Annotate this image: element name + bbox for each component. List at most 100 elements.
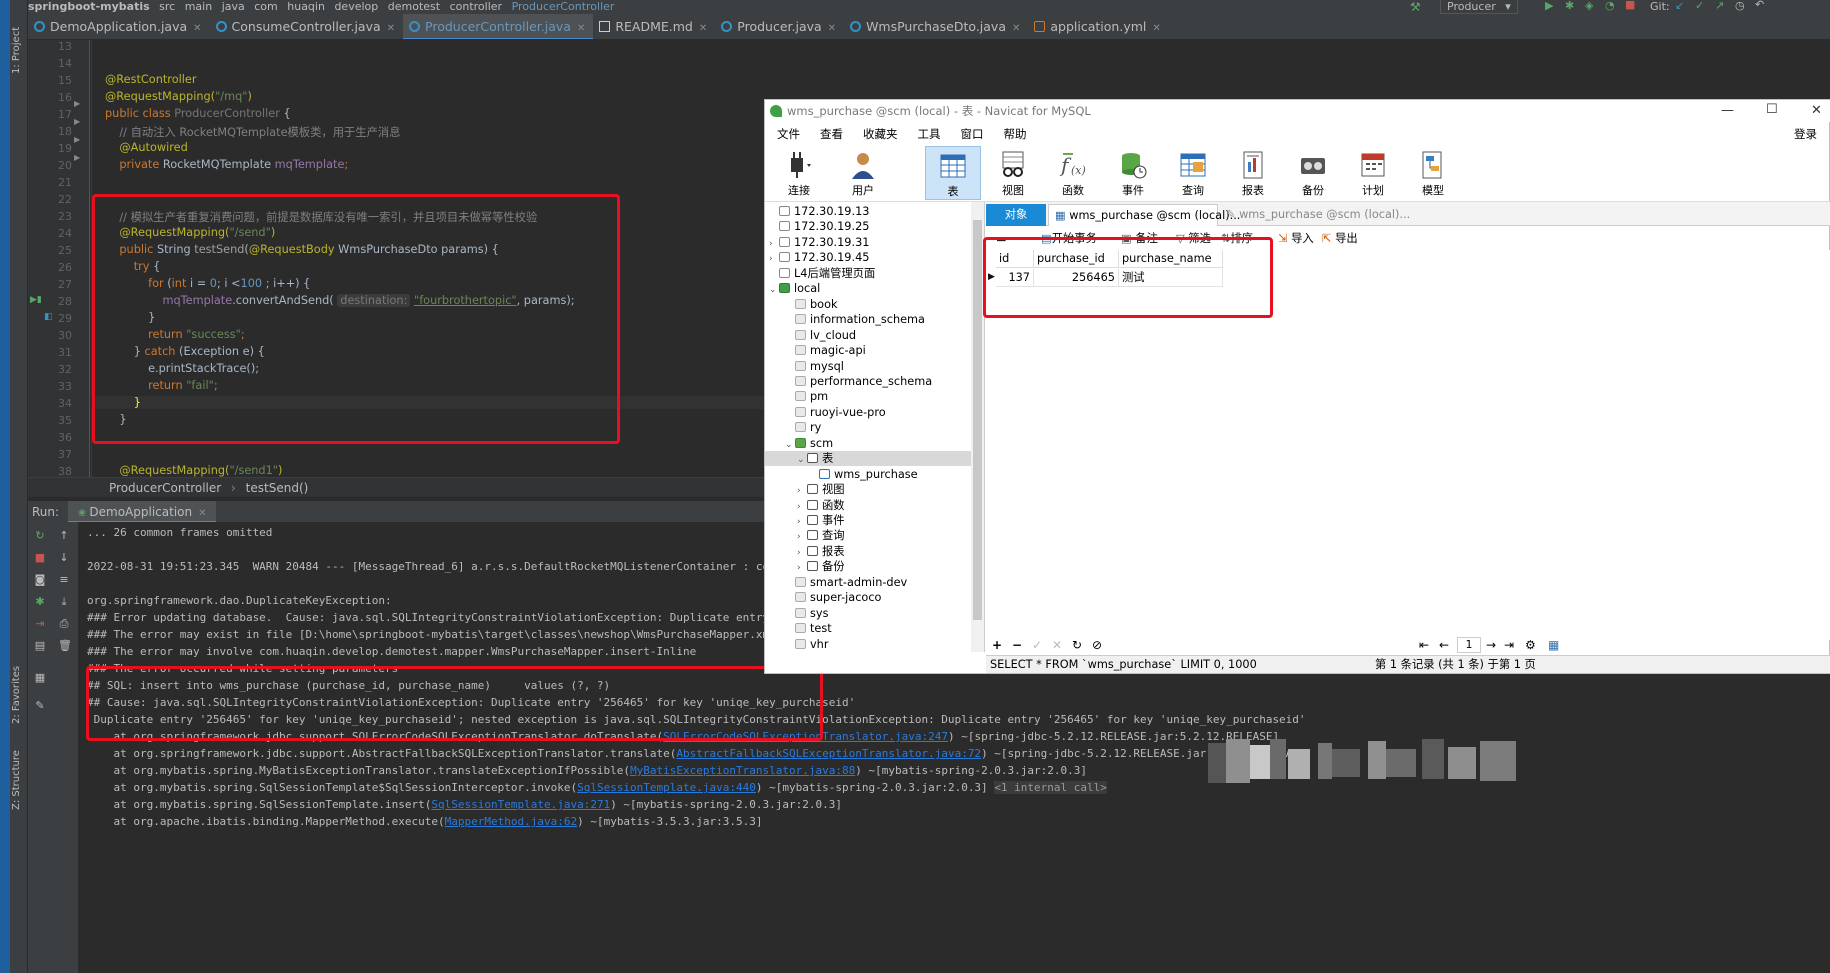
tree-item[interactable]: ruoyi-vue-pro xyxy=(765,405,971,420)
toolbar-function-button[interactable]: f (x) 函数 xyxy=(1045,146,1101,200)
tree-item[interactable]: pm xyxy=(765,389,971,404)
run-icon[interactable]: ▶ xyxy=(1545,0,1553,12)
tree-item[interactable]: › 172.30.19.45 xyxy=(765,250,971,265)
tab-wms-purchase-active[interactable]: ▦ wms_purchase @scm (local)... xyxy=(1048,204,1240,226)
toolbar-table-button[interactable]: 表 xyxy=(925,146,981,200)
debug-icon[interactable]: ✱ xyxy=(1565,0,1574,12)
tab-run-demoapplication[interactable]: ❀ DemoApplication ✕ xyxy=(67,501,217,523)
discard-icon[interactable]: ✕ xyxy=(1052,635,1062,655)
tree-item[interactable]: › 事件 xyxy=(765,513,971,528)
tab-readme[interactable]: README.md ✕ xyxy=(593,14,715,39)
tab-consumecontroller[interactable]: ConsumeController.java ✕ xyxy=(210,14,404,39)
tree-item[interactable]: ⌄ 表 xyxy=(765,451,971,467)
tree-item[interactable]: super-jacoco xyxy=(765,590,971,605)
tree-item[interactable]: wms_purchase xyxy=(765,467,971,482)
tree-item[interactable]: › 视图 xyxy=(765,482,971,497)
nav-crumb[interactable]: demotest xyxy=(388,0,440,13)
restore-layout-icon[interactable]: ▤ xyxy=(34,640,46,652)
stack-link[interactable]: SqlSessionTemplate.java:440 xyxy=(577,781,756,794)
apply-icon[interactable]: ✓ xyxy=(1032,635,1042,655)
tree-item[interactable]: lv_cloud xyxy=(765,328,971,343)
nav-crumb[interactable]: src xyxy=(159,0,175,13)
next-page-icon[interactable]: → xyxy=(1486,635,1496,655)
toolbar-model-button[interactable]: 模型 xyxy=(1405,146,1461,200)
rollback-icon[interactable]: ↶ xyxy=(1755,0,1764,11)
tab-wms-purchase-other[interactable]: ✎ wms_purchase @scm (local)... xyxy=(1220,204,1410,226)
tab-demoapplication[interactable]: DemoApplication.java ✕ xyxy=(28,14,210,39)
tree-item[interactable]: 172.30.19.13 xyxy=(765,204,971,219)
minimize-icon[interactable]: — xyxy=(1721,100,1734,122)
tree-item[interactable]: sys xyxy=(765,606,971,621)
tree-item[interactable]: magic-api xyxy=(765,343,971,358)
layout-icon[interactable]: ▦ xyxy=(34,672,46,684)
build-icon[interactable]: ⚒ xyxy=(1410,0,1421,14)
stack-link[interactable]: MapperMethod.java:62 xyxy=(445,815,577,828)
scroll-end-icon[interactable]: ⤓ xyxy=(58,596,70,608)
maximize-icon[interactable]: ☐ xyxy=(1766,99,1778,121)
nav-crumb[interactable]: java xyxy=(222,0,245,13)
run-config-select[interactable]: Producer ▾ xyxy=(1440,0,1518,14)
stack-link[interactable]: AbstractFallbackSQLExceptionTranslator.j… xyxy=(676,747,981,760)
project-tool-tab[interactable]: 1: Project xyxy=(11,20,27,80)
tree-item[interactable]: L4后端管理页面 xyxy=(765,266,971,281)
git-commit-icon[interactable]: ✓ xyxy=(1695,0,1704,12)
nav-crumb[interactable]: springboot-mybatis xyxy=(28,0,150,13)
tree-item[interactable]: vhr xyxy=(765,637,971,652)
breadcrumb-class[interactable]: ProducerController xyxy=(109,481,221,495)
nav-crumb[interactable]: develop xyxy=(334,0,378,13)
tree-item[interactable]: › 备份 xyxy=(765,559,971,574)
menu-help[interactable]: 帮助 xyxy=(996,122,1035,146)
tree-item[interactable]: › 查询 xyxy=(765,528,971,543)
internal-call-fold[interactable]: <1 internal call> xyxy=(994,781,1107,794)
close-icon[interactable]: ✕ xyxy=(577,23,585,34)
structure-tool-tab[interactable]: Z: Structure xyxy=(11,745,27,815)
toolbar-schedule-button[interactable]: 计划 xyxy=(1345,146,1401,200)
history-icon[interactable]: ◷ xyxy=(1735,0,1745,12)
tree-item[interactable]: test xyxy=(765,621,971,636)
login-link[interactable]: 登录 xyxy=(1786,122,1825,146)
toolbar-view-button[interactable]: 视图 xyxy=(985,146,1041,200)
tree-item[interactable]: ry xyxy=(765,420,971,435)
stop-icon[interactable]: ⊘ xyxy=(1092,635,1102,655)
close-icon[interactable]: ✕ xyxy=(1811,100,1822,122)
git-update-icon[interactable]: ↙ xyxy=(1675,0,1684,12)
scroll-up-icon[interactable]: ↑ xyxy=(58,530,70,542)
trash-icon[interactable]: 🗑 xyxy=(58,640,72,652)
tree-item[interactable]: information_schema xyxy=(765,312,971,327)
menu-view[interactable]: 查看 xyxy=(812,122,851,146)
favorites-tool-tab[interactable]: 2: Favorites xyxy=(11,660,27,730)
menu-favorites[interactable]: 收藏夹 xyxy=(855,122,906,146)
first-page-icon[interactable]: ⇤ xyxy=(1419,635,1429,655)
toolbar-query-button[interactable]: 查询 xyxy=(1165,146,1221,200)
profile-icon[interactable]: ◔ xyxy=(1605,0,1615,12)
toolbar-connect-button[interactable]: 连接 xyxy=(771,146,827,200)
page-number-input[interactable]: 1 xyxy=(1457,637,1481,653)
close-icon[interactable]: ✕ xyxy=(193,23,201,34)
implemented-icon[interactable]: ◧ xyxy=(44,312,53,322)
scroll-down-icon[interactable]: ↓ xyxy=(58,552,70,564)
nav-crumb[interactable]: main xyxy=(185,0,212,13)
toolbar-backup-button[interactable]: 备份 xyxy=(1285,146,1341,200)
run-gutter-icon[interactable]: ▶▮ xyxy=(30,295,42,305)
tab-producercontroller[interactable]: ProducerController.java ✕ xyxy=(403,14,594,39)
tab-producer[interactable]: Producer.java ✕ xyxy=(715,14,844,39)
toolbar-user-button[interactable]: 用户 xyxy=(835,146,891,200)
print-icon[interactable]: ⎙ xyxy=(58,618,70,630)
stop-icon[interactable]: ■ xyxy=(34,552,46,564)
refresh-icon[interactable]: ↻ xyxy=(1072,635,1082,655)
export-button[interactable]: ⇱ 导出 xyxy=(1322,228,1358,250)
close-icon[interactable]: ✕ xyxy=(198,508,206,519)
menu-tools[interactable]: 工具 xyxy=(910,122,949,146)
tree-item[interactable]: 172.30.19.25 xyxy=(765,219,971,234)
stack-link[interactable]: SqlSessionTemplate.java:271 xyxy=(431,798,610,811)
menu-file[interactable]: 文件 xyxy=(769,122,808,146)
fold-icon[interactable]: ▶ ▶ ▶ ▶ xyxy=(74,99,80,162)
tab-wmspurchasedto[interactable]: WmsPurchaseDto.java ✕ xyxy=(844,14,1028,39)
close-icon[interactable]: ✕ xyxy=(387,23,395,34)
camera-icon[interactable]: ◙ xyxy=(34,574,46,586)
tab-objects[interactable]: 对象 xyxy=(986,204,1046,226)
import-button[interactable]: ⇲ 导入 xyxy=(1278,228,1314,250)
add-record-icon[interactable]: + xyxy=(992,635,1002,655)
tree-item[interactable]: › 172.30.19.31 xyxy=(765,235,971,250)
nav-crumb[interactable]: com xyxy=(254,0,278,13)
